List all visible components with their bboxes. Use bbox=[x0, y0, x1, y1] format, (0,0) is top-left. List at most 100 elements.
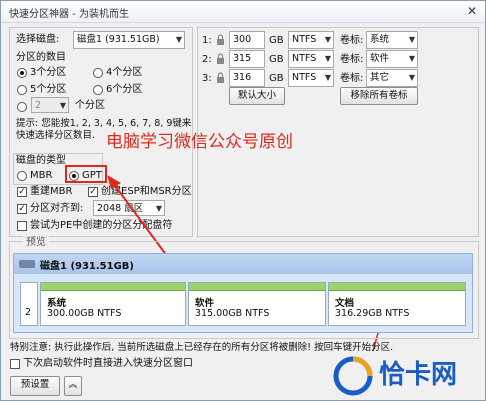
radio-5-partitions-label: 5个分区 bbox=[30, 84, 67, 95]
radio-6-partitions[interactable] bbox=[93, 85, 103, 95]
partition-count-label: 分区的数目 bbox=[16, 52, 66, 63]
disk-title: 磁盘1 (931.51GB) bbox=[40, 261, 134, 272]
row-1-vol-value: 系统 bbox=[370, 34, 390, 45]
radio-4-partitions[interactable] bbox=[93, 68, 103, 78]
radio-gpt-label: GPT bbox=[82, 170, 102, 181]
disk-index-cell: 2 bbox=[20, 282, 38, 326]
radio-3-partitions[interactable] bbox=[17, 68, 27, 78]
disk-header: 磁盘1 (931.51GB) bbox=[14, 254, 472, 274]
logo-text: 恰卡网 bbox=[379, 360, 458, 390]
pe-drive-checkbox[interactable] bbox=[17, 221, 27, 231]
chevron-down-icon: ▼ bbox=[155, 204, 162, 213]
disk-select[interactable]: 磁盘1 (931.51GB) ▼ bbox=[73, 31, 185, 49]
preset-button[interactable]: 预设置 bbox=[10, 376, 60, 396]
rebuild-mbr-label: 重建MBR bbox=[30, 186, 73, 197]
chevron-down-icon: ▼ bbox=[324, 73, 331, 82]
partition-3-name: 文档 bbox=[335, 298, 355, 309]
partition-3-size: 316.29GB NTFS bbox=[335, 308, 410, 319]
row-3-fs-select[interactable]: NTFS ▼ bbox=[288, 69, 334, 87]
partition-1-size: 300.00GB NTFS bbox=[47, 308, 122, 319]
chevron-down-icon: ▼ bbox=[324, 54, 331, 63]
disk-icon bbox=[19, 260, 35, 268]
align-checkbox[interactable]: ✓ bbox=[17, 204, 27, 214]
custom-count-select[interactable]: 2 ▼ bbox=[31, 97, 69, 113]
row-2-fs-value: NTFS bbox=[292, 53, 317, 64]
chevron-down-icon: ▼ bbox=[324, 35, 331, 44]
row-1-size-input[interactable]: 300 bbox=[229, 31, 265, 49]
align-select[interactable]: 2048 扇区 ▼ bbox=[93, 200, 165, 216]
partition-1[interactable]: 系统 300.00GB NTFS bbox=[40, 282, 186, 326]
row-3-vol-select[interactable]: 其它 ▼ bbox=[366, 69, 418, 87]
disk-index: 2 bbox=[25, 307, 32, 318]
radio-3-partitions-label: 3个分区 bbox=[30, 67, 67, 78]
row-2-size-input[interactable]: 315 bbox=[229, 50, 265, 68]
row-3-vol-value: 其它 bbox=[370, 72, 390, 83]
rebuild-mbr-checkbox[interactable]: ✓ bbox=[17, 187, 27, 197]
custom-count-suffix: 个分区 bbox=[75, 100, 105, 111]
disk-type-label: 磁盘的类型 bbox=[16, 155, 66, 166]
radio-4-partitions-label: 4个分区 bbox=[106, 67, 143, 78]
preview-label: 预览 bbox=[23, 236, 49, 250]
row-1-number: 1: bbox=[202, 35, 212, 46]
row-2-vol-value: 软件 bbox=[370, 53, 390, 64]
row-2-unit: GB bbox=[269, 54, 284, 65]
row-2-number: 2: bbox=[202, 54, 212, 65]
partition-2[interactable]: 软件 315.00GB NTFS bbox=[188, 282, 326, 326]
lock-icon bbox=[217, 53, 224, 64]
row-3-number: 3: bbox=[202, 73, 212, 84]
chevron-down-icon: ▼ bbox=[408, 73, 415, 82]
custom-count-value: 2 bbox=[35, 100, 42, 111]
chevron-down-icon: ▼ bbox=[408, 35, 415, 44]
row-2-vol-label: 卷标: bbox=[340, 54, 364, 65]
radio-mbr-label: MBR bbox=[30, 170, 53, 181]
align-select-value: 2048 扇区 bbox=[97, 203, 144, 214]
row-3-size-input[interactable]: 316 bbox=[229, 69, 265, 87]
default-size-button[interactable]: 默认大小 bbox=[229, 87, 285, 105]
remove-all-labels-button[interactable]: 移除所有卷标 bbox=[340, 87, 418, 105]
app-window: 快速分区神器 - 为装机而生 ✕ 选择磁盘: 磁盘1 (931.51GB) ▼ … bbox=[0, 0, 486, 401]
radio-custom-count[interactable] bbox=[17, 102, 27, 112]
row-1-fs-select[interactable]: NTFS ▼ bbox=[288, 31, 334, 49]
double-chevron-up-icon: ︽ bbox=[68, 380, 78, 390]
partition-3[interactable]: 文档 316.29GB NTFS bbox=[328, 282, 466, 326]
radio-5-partitions[interactable] bbox=[17, 85, 27, 95]
window-title: 快速分区神器 - 为装机而生 bbox=[9, 9, 129, 20]
radio-mbr[interactable] bbox=[17, 171, 27, 181]
row-1-unit: GB bbox=[269, 35, 284, 46]
logo-mark-icon bbox=[333, 356, 373, 396]
row-1-vol-select[interactable]: 系统 ▼ bbox=[366, 31, 418, 49]
chevron-down-icon: ▼ bbox=[175, 35, 182, 44]
pe-drive-label: 尝试为PE中创建的分区分配盘符 bbox=[30, 220, 173, 231]
close-icon[interactable]: ✕ bbox=[465, 4, 479, 18]
row-2-fs-select[interactable]: NTFS ▼ bbox=[288, 50, 334, 68]
select-disk-label: 选择磁盘: bbox=[16, 34, 60, 45]
row-3-vol-label: 卷标: bbox=[340, 73, 364, 84]
radio-6-partitions-label: 6个分区 bbox=[106, 84, 143, 95]
watermark-text: 电脑学习微信公众号原创 bbox=[106, 132, 293, 152]
align-label: 分区对齐到: bbox=[30, 203, 84, 214]
row-2-vol-select[interactable]: 软件 ▼ bbox=[366, 50, 418, 68]
partition-2-bar bbox=[189, 283, 325, 291]
radio-gpt[interactable] bbox=[69, 171, 79, 181]
next-start-checkbox[interactable] bbox=[10, 359, 20, 369]
collapse-button[interactable]: ︽ bbox=[64, 376, 82, 396]
row-1-vol-label: 卷标: bbox=[340, 35, 364, 46]
title-bar: 快速分区神器 - 为装机而生 ✕ bbox=[1, 1, 485, 23]
disk-select-value: 磁盘1 (931.51GB) bbox=[77, 34, 160, 45]
partition-2-size: 315.00GB NTFS bbox=[195, 308, 270, 319]
next-start-label: 下次启动软件时直接进入快速分区窗口 bbox=[23, 358, 193, 369]
lock-icon bbox=[217, 72, 224, 83]
disk-preview: 磁盘1 (931.51GB) 2 系统 300.00GB NTFS 软件 315… bbox=[13, 253, 473, 333]
chevron-down-icon: ▼ bbox=[59, 101, 66, 110]
create-esp-label: 创建ESP和MSR分区 bbox=[101, 186, 192, 197]
row-1-fs-value: NTFS bbox=[292, 34, 317, 45]
site-logo: 恰卡网 bbox=[329, 353, 481, 399]
lock-icon bbox=[217, 34, 224, 45]
partition-1-bar bbox=[41, 283, 185, 291]
partition-1-name: 系统 bbox=[47, 298, 67, 309]
row-3-fs-value: NTFS bbox=[292, 72, 317, 83]
chevron-down-icon: ▼ bbox=[408, 54, 415, 63]
create-esp-checkbox[interactable]: ✓ bbox=[88, 187, 98, 197]
partition-3-bar bbox=[329, 283, 465, 291]
partition-2-name: 软件 bbox=[195, 298, 215, 309]
